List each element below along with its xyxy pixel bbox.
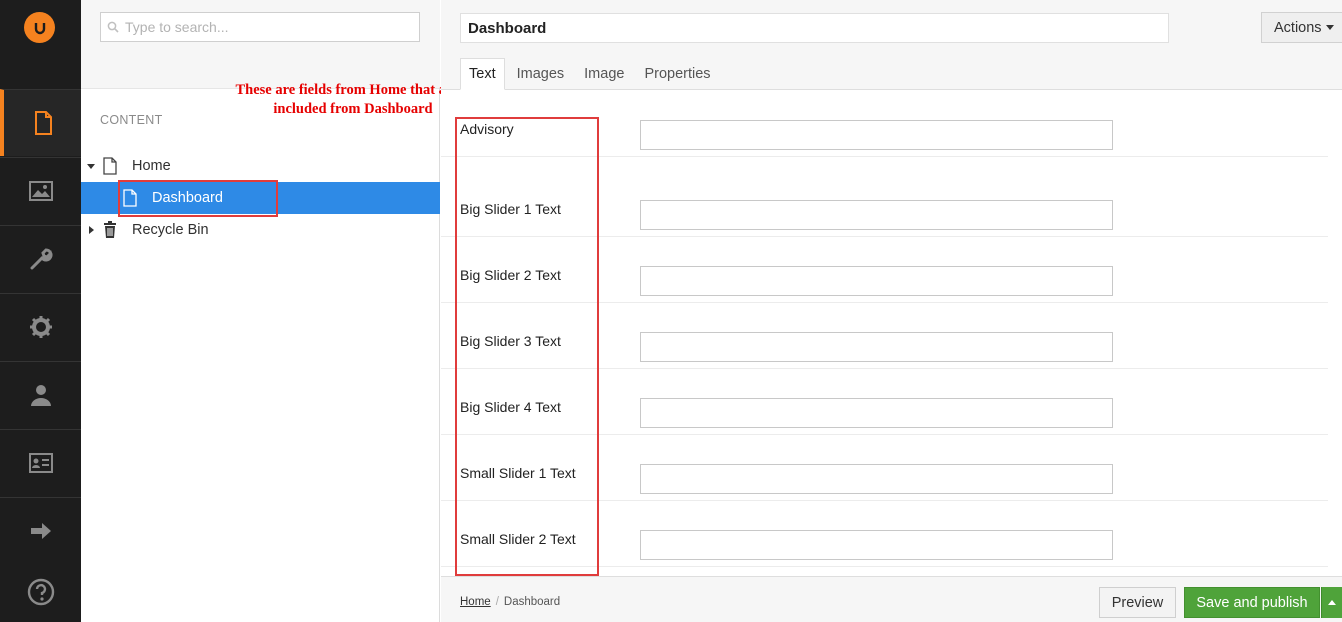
search-placeholder: Type to search...: [125, 19, 229, 35]
tree-section-title: CONTENT: [100, 113, 163, 127]
caret-down-icon[interactable]: [87, 162, 95, 170]
node-name-input[interactable]: Dashboard: [460, 13, 1169, 43]
umbraco-logo-icon[interactable]: [24, 12, 55, 43]
property-text-input[interactable]: [640, 200, 1113, 230]
tab-text[interactable]: Text: [460, 58, 505, 90]
property-text-input[interactable]: [640, 398, 1113, 428]
search-icon: [107, 21, 119, 33]
wrench-icon[interactable]: [0, 225, 81, 292]
tab-properties[interactable]: Properties: [636, 58, 718, 90]
members-icon[interactable]: [0, 429, 81, 496]
tab-images[interactable]: Images: [509, 58, 573, 90]
annotation-note: These are fields from Home that are incl…: [222, 81, 472, 119]
publish-options-button[interactable]: [1321, 587, 1342, 618]
tree-node-label: Home: [132, 158, 171, 174]
tab-image[interactable]: Image: [576, 58, 632, 90]
property-text-input[interactable]: [640, 266, 1113, 296]
annotation-line-2: included from Dashboard: [273, 101, 433, 117]
tree-node-label: Recycle Bin: [132, 222, 209, 238]
editor-header: Dashboard Actions Text Images Image Prop…: [441, 0, 1342, 90]
caret-up-icon: [1328, 599, 1336, 605]
property-text-input[interactable]: [640, 120, 1113, 150]
tree-node-recycle-bin[interactable]: Recycle Bin: [81, 214, 440, 246]
breadcrumb-current: Dashboard: [503, 596, 561, 608]
breadcrumb-home-link[interactable]: Home: [460, 596, 491, 608]
annotation-line-1: These are fields from Home that are: [235, 82, 459, 98]
annotation-box-fields: [455, 117, 599, 576]
actions-button[interactable]: Actions: [1261, 12, 1342, 43]
breadcrumb: Home / Dashboard: [460, 596, 560, 608]
gear-icon[interactable]: [0, 293, 81, 360]
content-section-icon[interactable]: [0, 89, 81, 156]
actions-label: Actions: [1274, 19, 1322, 36]
search-input[interactable]: Type to search...: [100, 12, 420, 42]
arrow-right-icon[interactable]: [0, 497, 81, 564]
preview-button[interactable]: Preview: [1099, 587, 1176, 618]
tree-node-home[interactable]: Home: [81, 150, 440, 182]
breadcrumb-separator: /: [495, 596, 499, 608]
save-and-publish-button[interactable]: Save and publish: [1184, 587, 1320, 618]
editor-tabs: Text Images Image Properties: [460, 58, 723, 90]
chevron-down-icon: [1325, 24, 1334, 30]
property-text-input[interactable]: [640, 464, 1113, 494]
help-icon[interactable]: [0, 570, 81, 614]
document-icon: [103, 157, 117, 175]
property-text-input[interactable]: [640, 332, 1113, 362]
trash-icon: [104, 221, 116, 238]
caret-right-icon[interactable]: [87, 226, 95, 234]
media-section-icon[interactable]: [0, 157, 81, 224]
app-sidebar: [0, 0, 81, 622]
tree-search-bar: Type to search...: [81, 0, 440, 89]
property-text-input[interactable]: [640, 530, 1113, 560]
editor-footer: Home / Dashboard Preview Save and publish: [441, 576, 1342, 622]
user-icon[interactable]: [0, 361, 81, 428]
annotation-box-dashboard: [118, 180, 278, 217]
